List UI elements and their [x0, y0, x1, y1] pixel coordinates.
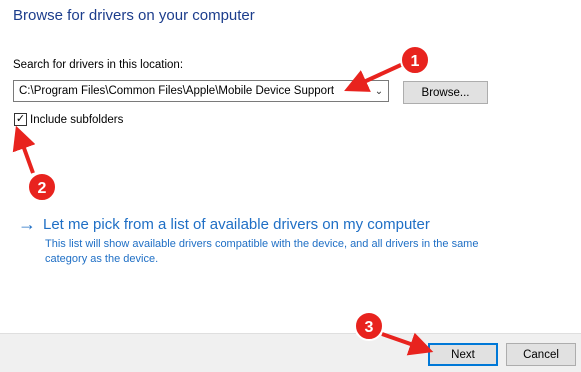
annotation-marker-2-circle [27, 172, 57, 202]
arrow-right-icon[interactable]: → [18, 214, 36, 234]
include-subfolders-option[interactable]: ✓ Include subfolders [14, 113, 123, 126]
cancel-button[interactable]: Cancel [506, 343, 576, 366]
pick-from-list-text[interactable]: Let me pick from a list of available dri… [43, 216, 430, 233]
driver-path-combobox[interactable]: C:\Program Files\Common Files\Apple\Mobi… [13, 80, 389, 102]
driver-path-value[interactable]: C:\Program Files\Common Files\Apple\Mobi… [14, 85, 370, 97]
chevron-down-icon[interactable]: ⌄ [370, 86, 388, 97]
annotation-marker-1-text: 1 [411, 53, 420, 70]
annotation-marker-1-circle [400, 45, 430, 75]
dialog-title: Browse for drivers on your computer [13, 7, 255, 24]
include-subfolders-checkbox[interactable]: ✓ [14, 113, 27, 126]
include-subfolders-label[interactable]: Include subfolders [30, 114, 123, 126]
search-location-label: Search for drivers in this location: [13, 59, 184, 71]
annotation-arrow-2 [12, 125, 36, 174]
pick-from-list-link[interactable]: → Let me pick from a list of available d… [18, 214, 430, 234]
annotation-marker-2-text: 2 [38, 180, 47, 197]
next-button[interactable]: Next [428, 343, 498, 366]
browse-button[interactable]: Browse... [403, 81, 488, 104]
annotation-overlay: 1 2 3 [12, 45, 434, 356]
pick-from-list-description: This list will show available drivers co… [45, 238, 479, 265]
